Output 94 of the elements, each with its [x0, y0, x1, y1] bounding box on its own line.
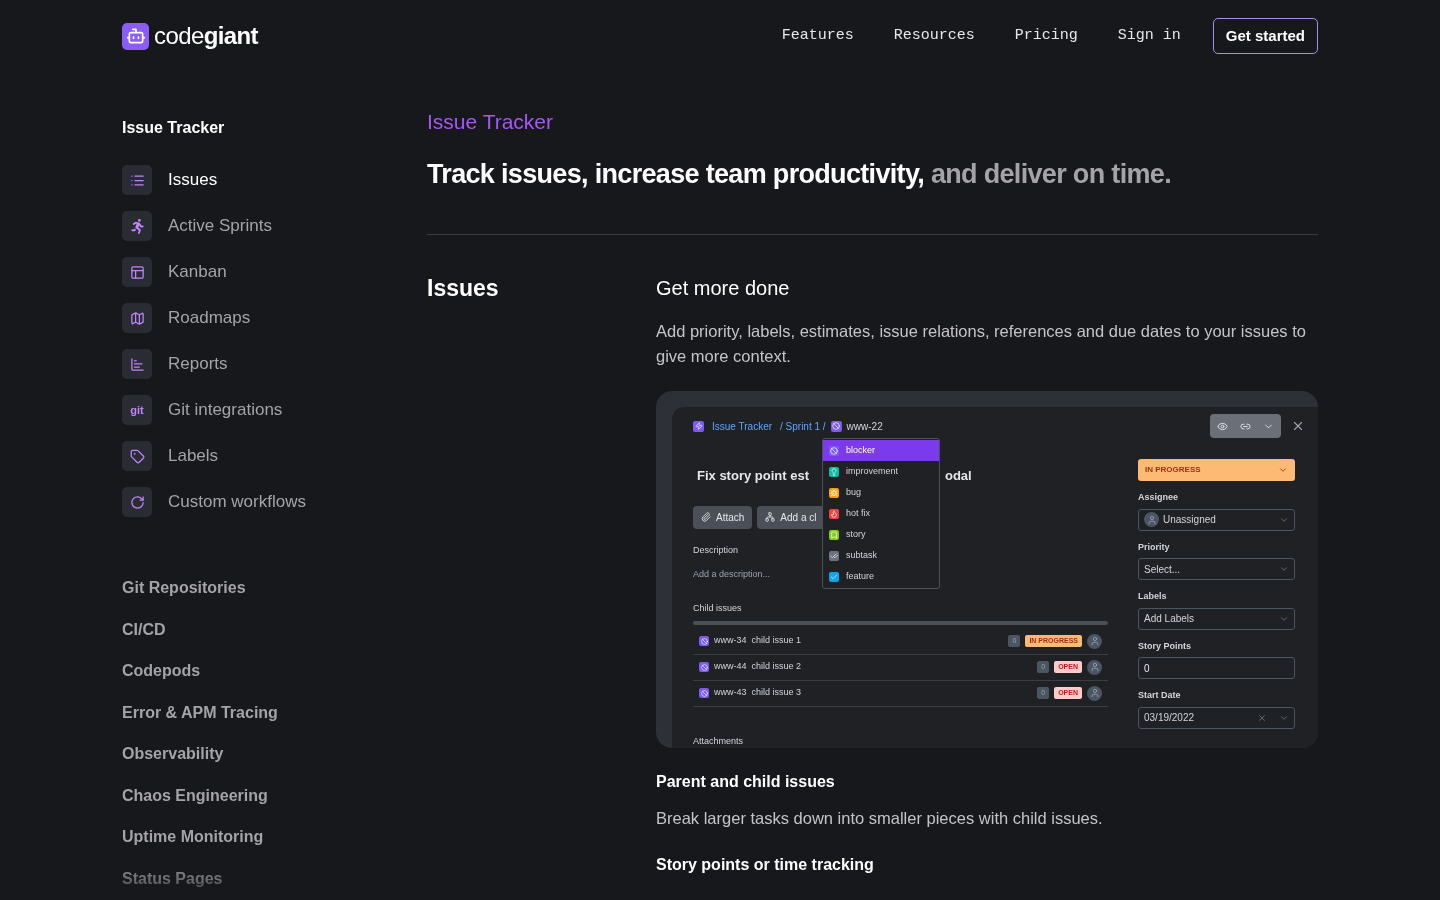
field-label: Start Date [1138, 689, 1182, 702]
section-eyebrow: Issue Tracker [427, 109, 555, 135]
intro-paragraph: Add priority, labels, estimates, issue relations, references and due dates to your issues to give more context. [656, 321, 1307, 367]
issue-key: www-44 [714, 660, 747, 674]
issue-title: Fix story point est [697, 467, 809, 485]
issue-key: www-34 [714, 634, 747, 648]
action-button[interactable]: Attach [693, 505, 753, 529]
git-icon: git [122, 395, 152, 425]
subtitle: Get more done [656, 276, 791, 301]
menu-item[interactable]: hot fix [823, 503, 939, 524]
issue-title: child issue 1 [751, 634, 803, 648]
avatar-icon [1087, 659, 1102, 675]
product-link[interactable]: Codepods [122, 660, 427, 682]
issue-title: child issue 2 [751, 660, 803, 674]
menu-item[interactable]: subtask [823, 545, 939, 566]
select-field[interactable]: Unassigned [1138, 508, 1295, 531]
issue-title: odal [944, 467, 972, 485]
paperclip-icon [701, 512, 711, 522]
get-started-button[interactable]: Get started [1212, 18, 1318, 54]
chevron-icon [1278, 465, 1288, 475]
field-value: Add Labels [1144, 612, 1196, 626]
feature-title: Story points or time tracking [656, 854, 875, 875]
feature-icon [122, 257, 152, 287]
clear-icon [1257, 712, 1267, 723]
sidebar-item[interactable]: Roadmaps [122, 303, 427, 333]
feature-icon [122, 211, 152, 241]
logo-wordmark[interactable]: codegiant [154, 18, 258, 54]
field-label: Story Points [1138, 639, 1192, 653]
breadcrumb-link[interactable]: Issue Tracker [712, 418, 773, 434]
menu-item[interactable]: story [823, 524, 939, 545]
feature-text: Break larger tasks down into smaller pieces with child issues. [656, 808, 1104, 829]
menu-item[interactable]: improvement [823, 461, 939, 482]
nav-link[interactable]: Sign in [1117, 24, 1181, 48]
section-title: Issues [427, 274, 500, 303]
status-select[interactable]: IN PROGRESS [1138, 459, 1295, 481]
field-label: Priority [1138, 540, 1171, 554]
avatar-icon [1087, 633, 1102, 649]
product-link[interactable]: Observability [122, 743, 427, 765]
feature-icon [122, 487, 152, 517]
breadcrumb-link[interactable]: / Sprint 1 / [780, 418, 826, 434]
issue-key: www-22 [846, 418, 883, 434]
sidebar-item[interactable]: Issues [122, 165, 427, 195]
menu-item[interactable]: blocker [823, 440, 939, 461]
blocker-icon [699, 688, 709, 698]
field-value: Select... [1144, 562, 1182, 577]
select-field[interactable]: Select... [1138, 558, 1295, 580]
issue-key: www-43 [714, 686, 747, 700]
feature-icon [122, 441, 152, 471]
blocker-icon [699, 662, 709, 672]
sidebar-item[interactable]: git Git integrations [122, 395, 427, 425]
menu-item[interactable]: bug [823, 482, 939, 503]
product-link[interactable]: Uptime Monitoring [122, 826, 427, 848]
select-field[interactable]: Add Labels [1138, 607, 1295, 630]
issue-type-icon[interactable] [830, 420, 842, 432]
input-field[interactable]: 0 [1138, 657, 1295, 679]
sidebar-item[interactable]: Labels [122, 441, 427, 471]
feature-icon [122, 165, 152, 195]
menu-item[interactable]: feature [823, 566, 939, 587]
sidebar-item[interactable]: Active Sprints [122, 211, 427, 241]
close-icon[interactable] [1291, 419, 1305, 433]
product-link[interactable]: Git Repositories [122, 577, 427, 599]
avatar-icon [1087, 685, 1102, 701]
section-label: Description [693, 543, 739, 557]
hierarchy-icon [765, 512, 776, 522]
nav-link[interactable]: Features [781, 24, 854, 48]
product-link[interactable]: Error & APM Tracing [122, 701, 427, 723]
sidebar-title: Issue Tracker [122, 118, 226, 138]
logo-icon [122, 22, 149, 50]
sidebar-item[interactable]: Kanban [122, 257, 427, 287]
field-label: Assignee [1138, 491, 1180, 504]
field-value: 03/19/2022 [1144, 711, 1196, 725]
nav-link[interactable]: Resources [893, 24, 975, 48]
sidebar-item[interactable]: Reports [122, 349, 427, 379]
field-value: Unassigned [1163, 513, 1217, 527]
field-label: Labels [1138, 590, 1168, 603]
chevron-icon [1279, 564, 1289, 574]
feature-icon [122, 349, 152, 379]
watch-icon[interactable] [1217, 420, 1228, 432]
feature-icon [122, 303, 152, 333]
sidebar-item[interactable]: Custom workflows [122, 487, 427, 517]
select-field[interactable]: 03/19/2022 [1138, 706, 1295, 729]
feature-title: Parent and child issues [656, 772, 836, 792]
product-link[interactable]: Chaos Engineering [122, 784, 427, 806]
blocker-icon [699, 636, 709, 646]
section-label: Attachments [693, 734, 744, 748]
section-label: Child issues [693, 601, 742, 615]
description-field[interactable]: Add a description... [693, 568, 771, 582]
headline: Track issues, increase team productivity, and deliver on time. [427, 157, 1172, 191]
product-link[interactable]: CI/CD [122, 618, 427, 640]
avatar-icon [1144, 512, 1159, 527]
nav-link[interactable]: Pricing [1014, 24, 1078, 48]
action-button[interactable]: Add a cl [757, 505, 825, 529]
project-icon [693, 420, 704, 432]
issue-title: child issue 3 [751, 686, 803, 700]
